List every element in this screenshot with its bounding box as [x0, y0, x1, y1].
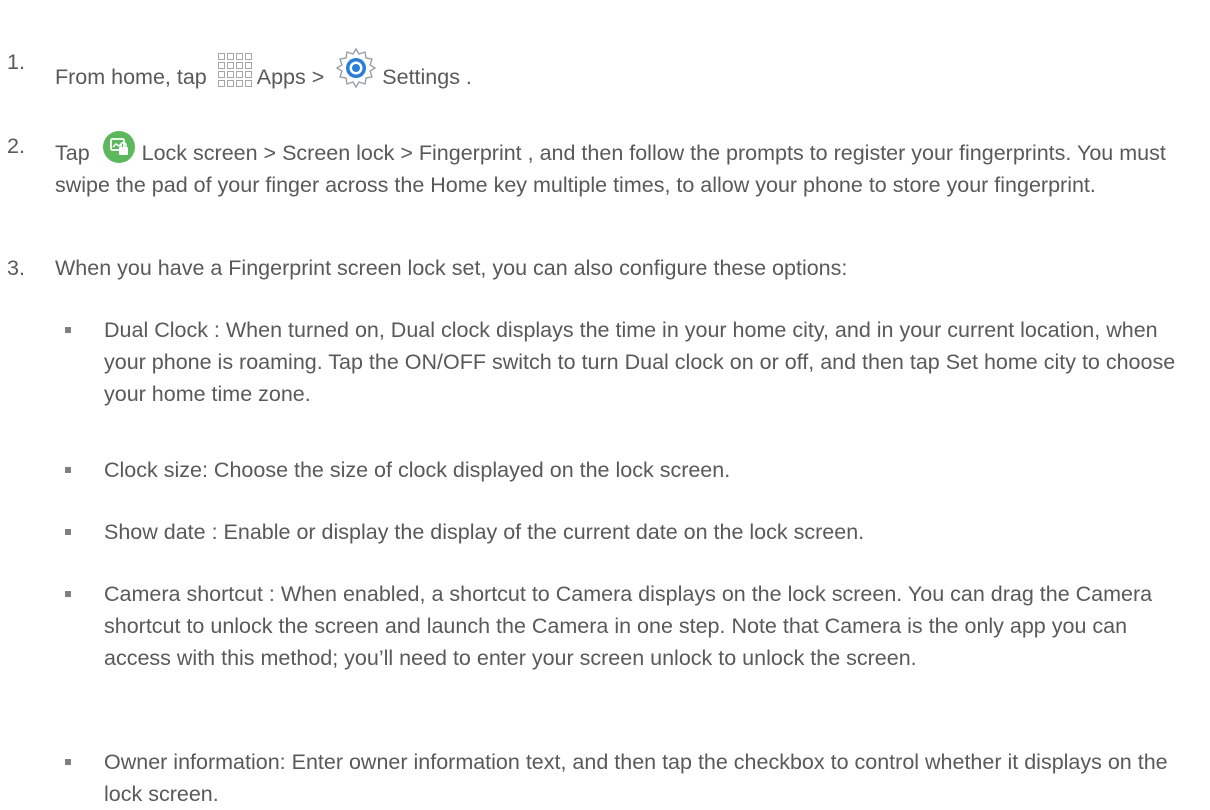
step-number: 3.	[7, 256, 25, 280]
step-text: From home, tap	[55, 65, 213, 89]
list-item: Clock size: Choose the size of clock dis…	[55, 454, 1195, 486]
step-number: 1.	[7, 50, 25, 74]
step-text: Lock screen > Screen lock > Fingerprint …	[55, 141, 1166, 197]
bullet-marker	[65, 591, 71, 597]
bullet-text: Camera shortcut : When enabled, a shortc…	[104, 582, 1153, 670]
bullet-marker	[65, 327, 71, 333]
list-item: Camera shortcut : When enabled, a shortc…	[55, 578, 1195, 674]
document: 1. From home, tap Apps > Settings . 2. T…	[0, 0, 1210, 810]
separator: >	[305, 65, 331, 89]
settings-gear-icon	[334, 46, 378, 90]
step-3: 3. When you have a Fingerprint screen lo…	[0, 252, 1195, 284]
bullet-marker	[65, 529, 71, 535]
step-body: Tap Lock screen > Screen lock > Fingerpr…	[55, 130, 1195, 201]
bullet-marker	[65, 467, 71, 473]
bullet-text: Clock size: Choose the size of clock dis…	[104, 458, 731, 482]
step-body: From home, tap Apps > Settings .	[55, 46, 1195, 93]
bullet-text: Owner information: Enter owner informati…	[104, 750, 1168, 806]
bullet-marker	[65, 759, 71, 765]
lock-screen-icon	[102, 130, 136, 164]
step-1: 1. From home, tap Apps > Settings .	[0, 46, 1195, 93]
step-text: When you have a Fingerprint screen lock …	[55, 256, 848, 280]
step-body: When you have a Fingerprint screen lock …	[55, 252, 1195, 284]
step-2: 2. Tap Lock screen > Screen lock > Finge…	[0, 130, 1195, 201]
list-item: Dual Clock : When turned on, Dual clock …	[55, 314, 1195, 410]
bullet-text: Dual Clock : When turned on, Dual clock …	[104, 318, 1176, 406]
step-text-prefix: Tap	[55, 141, 96, 165]
bullet-text: Show date : Enable or display the displa…	[104, 520, 865, 544]
settings-label: Settings .	[382, 65, 472, 89]
list-item: Show date : Enable or display the displa…	[55, 516, 1195, 548]
apps-label: Apps	[256, 65, 306, 89]
apps-grid-icon	[217, 52, 253, 88]
step-number: 2.	[7, 134, 25, 158]
list-item: Owner information: Enter owner informati…	[55, 746, 1195, 810]
